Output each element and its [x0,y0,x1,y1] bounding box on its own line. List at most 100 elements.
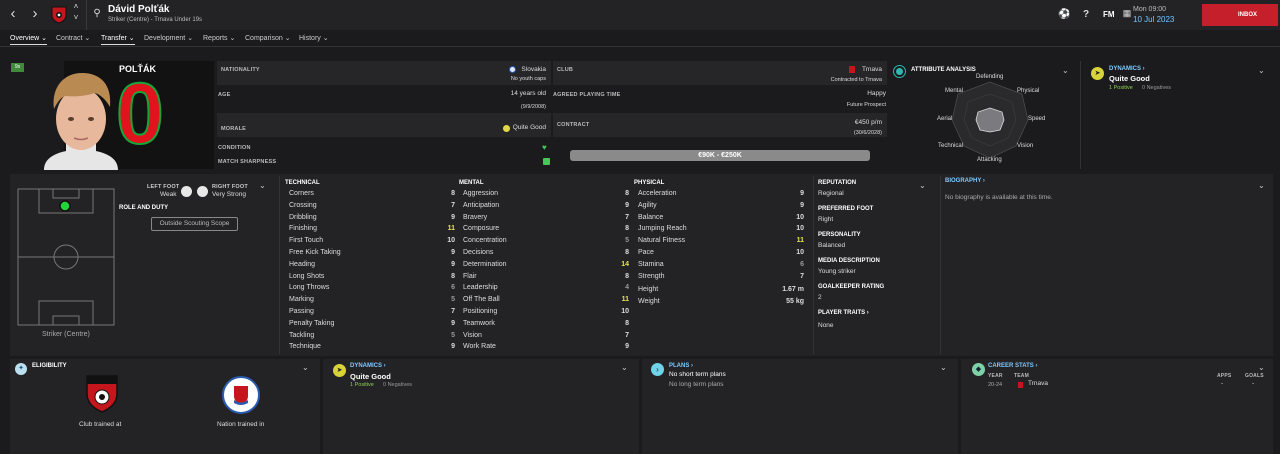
biography-link[interactable]: BIOGRAPHY › [945,178,985,184]
tab-comparison[interactable]: Comparison ⌄ [245,34,291,42]
technical-attribute-row[interactable]: Passing 7 [289,307,455,319]
attribute-value: 10 [796,249,804,256]
mental-attribute-row[interactable]: Vision 7 [463,331,629,343]
physical-attribute-row[interactable]: Acceleration 9 [638,189,804,201]
plans-short: No short term plans [669,371,726,378]
current-day: Mon 09:00 [1133,6,1167,13]
scouting-scope-button[interactable]: Outside Scouting Scope [151,217,238,231]
mental-attribute-row[interactable]: Aggression 8 [463,189,629,201]
dynamics-bottom-chevron-icon[interactable]: ⌄ [621,363,628,372]
technical-attribute-row[interactable]: Penalty Taking 9 [289,319,455,331]
morale-value: Quite Good [512,124,546,131]
help-icon[interactable]: ? [1080,9,1092,21]
app: { "header":{"name":"Dávid Polťák","subti… [0,0,1280,454]
physical-attribute-row[interactable]: Pace 10 [638,248,804,260]
technical-attribute-row[interactable]: Corners 8 [289,189,455,201]
mental-attribute-row[interactable]: Bravery 7 [463,213,629,225]
dynamics-bottom-link[interactable]: DYNAMICS › [350,363,386,369]
mental-attribute-row[interactable]: Leadership 4 [463,283,629,295]
plans-chevron-icon[interactable]: ⌄ [940,363,947,372]
inbox-button[interactable]: INBOX [1202,4,1278,26]
biography-chevron-icon[interactable]: ⌄ [1258,181,1265,190]
technical-attribute-row[interactable]: Technique 9 [289,342,455,354]
technical-attribute-row[interactable]: Heading 9 [289,260,455,272]
mental-attribute-row[interactable]: Composure 8 [463,224,629,236]
mental-attribute-row[interactable]: Teamwork 8 [463,319,629,331]
club-value[interactable]: Trnava [862,66,882,73]
tab-transfer[interactable]: Transfer ⌄ [101,34,135,45]
physical-attribute-row[interactable]: Agility 9 [638,201,804,213]
dynamics-icon: ➤ [1091,67,1104,80]
technical-attribute-row[interactable]: Long Shots 8 [289,272,455,284]
forward-arrow-icon[interactable]: › [27,5,43,23]
mental-attribute-row[interactable]: Work Rate 9 [463,342,629,354]
technical-attribute-row[interactable]: First Touch 10 [289,236,455,248]
attribute-value: 9 [451,343,455,351]
career-team-value[interactable]: Trnava [1028,380,1048,387]
mental-attribute-row[interactable]: Off The Ball 11 [463,295,629,307]
physical-attribute-row[interactable]: Stamina 6 [638,260,804,272]
mental-attribute-row[interactable]: Positioning 10 [463,307,629,319]
technical-attribute-row[interactable]: Finishing 11 [289,224,455,236]
biography-text: No biography is available at this time. [945,194,1053,201]
ball-icon[interactable]: ⚽ [1058,9,1070,21]
next-player-icon[interactable]: ˅ [68,13,84,31]
info-chevron-icon[interactable]: ⌄ [919,181,926,190]
player-traits-link[interactable]: PLAYER TRAITS › [818,310,869,316]
nationality-value[interactable]: Slovakia [521,66,546,73]
career-year-label: YEAR [988,373,1003,379]
attribute-value: 10 [796,213,804,221]
mental-attribute-row[interactable]: Determination 14 [463,260,629,272]
dynamics-chevron-icon[interactable]: ⌄ [1258,66,1265,75]
contract-label: CONTRACT [557,122,590,128]
tab-reports[interactable]: Reports ⌄ [203,34,235,42]
physical-attribute-row[interactable]: Natural Fitness 11 [638,236,804,248]
physical-attribute-row[interactable]: Jumping Reach 10 [638,224,804,236]
attribute-name: Determination [463,260,507,268]
club-crest-icon[interactable] [51,6,67,24]
back-arrow-icon[interactable]: ‹ [5,5,21,23]
attribute-analysis-chevron-icon[interactable]: ⌄ [1062,66,1069,75]
technical-attribute-row[interactable]: Long Throws 6 [289,283,455,295]
tab-development[interactable]: Development ⌄ [144,34,193,42]
career-year-value: 20-24 [988,382,1003,388]
search-icon[interactable]: ⚲ [91,8,103,20]
personal-details: NATIONALITY Slovakia No youth caps AGE 1… [217,61,551,171]
attribute-value: 9 [451,260,455,268]
technical-attribute-row[interactable]: Crossing 7 [289,201,455,213]
physical-attribute-row[interactable]: Strength 7 [638,272,804,284]
radar-label-vision: Vision [1017,143,1034,149]
technical-attribute-row[interactable]: Tackling 5 [289,331,455,343]
career-stats-link[interactable]: CAREER STATS › [988,363,1037,369]
feet-chevron-icon[interactable]: ⌄ [259,181,266,190]
dynamics-bottom-icon: ➤ [333,364,346,377]
mental-attribute-row[interactable]: Concentration 5 [463,236,629,248]
radar-label-technical: Technical [938,143,964,149]
mental-title: MENTAL [459,180,484,186]
plans-link[interactable]: PLANS › [669,363,693,369]
career-apps-label: APPS [1217,373,1232,379]
attribute-name: Dribbling [289,213,317,221]
dynamics-link[interactable]: DYNAMICS › [1109,66,1145,72]
career-chevron-icon[interactable]: ⌄ [1258,363,1265,372]
age-value: 14 years old [510,90,546,97]
tab-overview[interactable]: Overview ⌄ [10,34,47,45]
eligibility-chevron-icon[interactable]: ⌄ [302,363,309,372]
attribute-name: Heading [289,260,316,268]
sharpness-icon [543,158,550,165]
role-duty-label: ROLE AND DUTY [119,205,169,211]
mental-attribute-row[interactable]: Anticipation 9 [463,201,629,213]
attribute-name: Free Kick Taking [289,249,341,256]
technical-attribute-row[interactable]: Marking 5 [289,295,455,307]
mental-attribute-row[interactable]: Decisions 8 [463,248,629,260]
tab-history[interactable]: History ⌄ [299,34,329,42]
tab-contract[interactable]: Contract ⌄ [56,34,90,42]
technical-attribute-row[interactable]: Dribbling 9 [289,213,455,225]
physical-attribute-row[interactable]: Balance 10 [638,213,804,225]
technical-attribute-row[interactable]: Free Kick Taking 9 [289,248,455,260]
fm-logo[interactable]: FM [1103,10,1115,19]
mental-attribute-row[interactable]: Flair 8 [463,272,629,284]
transfer-value-bar[interactable]: €90K - €250K [570,150,870,161]
preferred-foot-value: Right [818,216,834,223]
attribute-name: Agility [638,201,657,209]
